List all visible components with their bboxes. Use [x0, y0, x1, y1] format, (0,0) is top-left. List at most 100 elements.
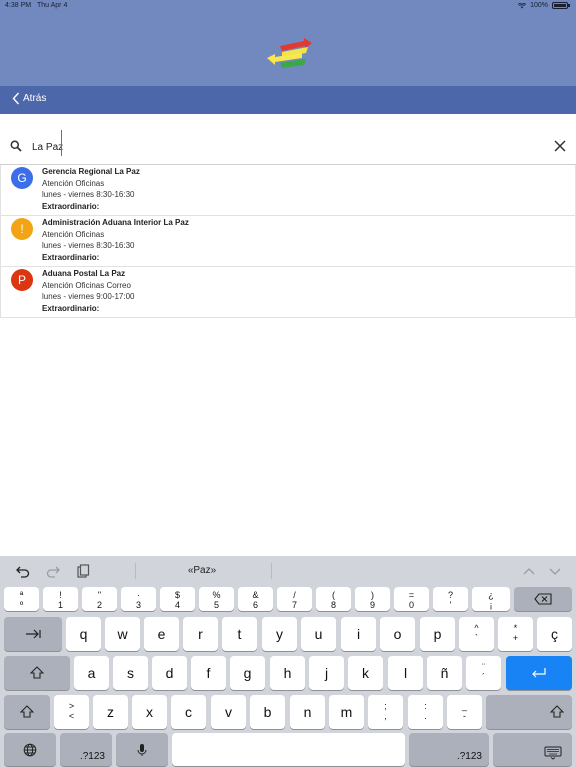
key-n-tilde[interactable]: ñ [427, 656, 462, 690]
chevron-down-icon[interactable] [548, 564, 562, 578]
nav-bar: Atrás [0, 86, 576, 114]
key-g[interactable]: g [230, 656, 265, 690]
hide-keyboard-key[interactable] [493, 733, 572, 766]
app-header: 4:38 PM Thu Apr 4 100% [0, 0, 576, 86]
undo-icon[interactable] [16, 564, 30, 578]
status-right: 100% [518, 2, 570, 9]
keyboard-toolbar: «Paz» [0, 556, 576, 586]
microphone-icon [137, 743, 147, 756]
key-y[interactable]: y [262, 617, 297, 651]
status-bar: 4:38 PM Thu Apr 4 100% [0, 0, 576, 13]
key[interactable]: % 5 [199, 587, 234, 611]
shift-key-left-lower[interactable] [4, 695, 50, 729]
shift-key-left[interactable] [4, 656, 70, 690]
key-f[interactable]: f [191, 656, 226, 690]
chevron-up-icon[interactable] [522, 564, 536, 578]
shift-icon [550, 705, 564, 718]
key-h[interactable]: h [270, 656, 305, 690]
key-o[interactable]: o [380, 617, 415, 651]
key-v[interactable]: v [211, 695, 246, 729]
key-k[interactable]: k [348, 656, 383, 690]
key-i[interactable]: i [341, 617, 376, 651]
key[interactable]: ^ ` [459, 617, 494, 651]
key[interactable]: = 0 [394, 587, 429, 611]
shift-icon [20, 705, 34, 718]
result-extra: Extraordinario: [42, 201, 100, 211]
result-item[interactable]: ! Administración Aduana Interior La Paz … [0, 216, 576, 267]
key[interactable]: > < [54, 695, 89, 729]
result-title: Gerencia Regional La Paz [42, 167, 140, 176]
key-s[interactable]: s [113, 656, 148, 690]
key-z[interactable]: z [93, 695, 128, 729]
key-e[interactable]: e [144, 617, 179, 651]
keyboard: «Paz» ªº ! 1 " 2 · 3 $4 % 5 & 6 /7 (8 ) 9 = 0 ?… [0, 556, 576, 768]
key-p[interactable]: p [420, 617, 455, 651]
key-u[interactable]: u [301, 617, 336, 651]
chevron-left-icon [12, 92, 20, 105]
result-item[interactable]: G Gerencia Regional La Paz Atención Ofic… [0, 165, 576, 216]
suggestion[interactable]: «Paz» [160, 565, 244, 576]
paste-icon[interactable] [76, 564, 90, 578]
key[interactable]: ¨ ´ [466, 656, 501, 690]
search-input[interactable] [32, 137, 532, 157]
key-c-cedilla[interactable]: ç [537, 617, 572, 651]
result-line: Atención Oficinas [42, 178, 105, 188]
globe-key[interactable] [4, 733, 56, 766]
delete-icon [534, 593, 552, 605]
keyboard-icon [544, 746, 561, 760]
numbers-key-right[interactable]: .?123 [409, 733, 489, 766]
key[interactable]: ªº [4, 587, 39, 611]
result-item[interactable]: P Aduana Postal La Paz Atención Oficinas… [0, 267, 576, 318]
redo-icon[interactable] [46, 564, 60, 578]
key[interactable]: (8 [316, 587, 351, 611]
wifi-icon [518, 2, 527, 8]
key-q[interactable]: q [66, 617, 101, 651]
key-x[interactable]: x [132, 695, 167, 729]
key[interactable]: · 3 [121, 587, 156, 611]
key-c[interactable]: c [171, 695, 206, 729]
key[interactable]: /7 [277, 587, 312, 611]
key[interactable]: ;, [368, 695, 403, 729]
key[interactable]: :. [408, 695, 443, 729]
result-title: Aduana Postal La Paz [42, 269, 126, 278]
back-button[interactable]: Atrás [12, 92, 46, 105]
key[interactable]: " 2 [82, 587, 117, 611]
key-w[interactable]: w [105, 617, 140, 651]
toolbar-divider [271, 563, 272, 579]
key-b[interactable]: b [250, 695, 285, 729]
key-a[interactable]: a [74, 656, 109, 690]
result-line: Atención Oficinas Correo [42, 280, 131, 290]
key-m[interactable]: m [329, 695, 364, 729]
return-key[interactable] [506, 656, 572, 690]
key[interactable]: ) 9 [355, 587, 390, 611]
key-d[interactable]: d [152, 656, 187, 690]
key[interactable]: ? ' [433, 587, 468, 611]
globe-icon [23, 743, 37, 756]
result-hours: lunes - viernes 8:30-16:30 [42, 190, 135, 199]
result-extra: Extraordinario: [42, 252, 100, 262]
numbers-key-left[interactable]: .?123 [60, 733, 112, 766]
key-l[interactable]: l [388, 656, 423, 690]
key-n[interactable]: n [290, 695, 325, 729]
battery-percent: 100% [530, 2, 548, 9]
result-hours: lunes - viernes 8:30-16:30 [42, 241, 135, 250]
key[interactable]: ! 1 [43, 587, 78, 611]
key-t[interactable]: t [222, 617, 257, 651]
key[interactable]: ¿ ¡ [472, 587, 510, 611]
tab-icon [26, 629, 41, 639]
avatar: P [11, 269, 33, 291]
key[interactable]: _ - [447, 695, 482, 729]
shift-key-right[interactable] [486, 695, 572, 729]
key-j[interactable]: j [309, 656, 344, 690]
tab-key[interactable] [4, 617, 62, 651]
key-r[interactable]: r [183, 617, 218, 651]
key[interactable]: & 6 [238, 587, 273, 611]
key[interactable]: $4 [160, 587, 195, 611]
close-icon[interactable] [554, 140, 566, 152]
dictation-key[interactable] [116, 733, 168, 766]
key[interactable]: * + [498, 617, 533, 651]
space-bar[interactable] [172, 733, 405, 766]
battery-icon [552, 2, 570, 9]
shift-icon [30, 666, 44, 679]
delete-key[interactable] [514, 587, 572, 611]
